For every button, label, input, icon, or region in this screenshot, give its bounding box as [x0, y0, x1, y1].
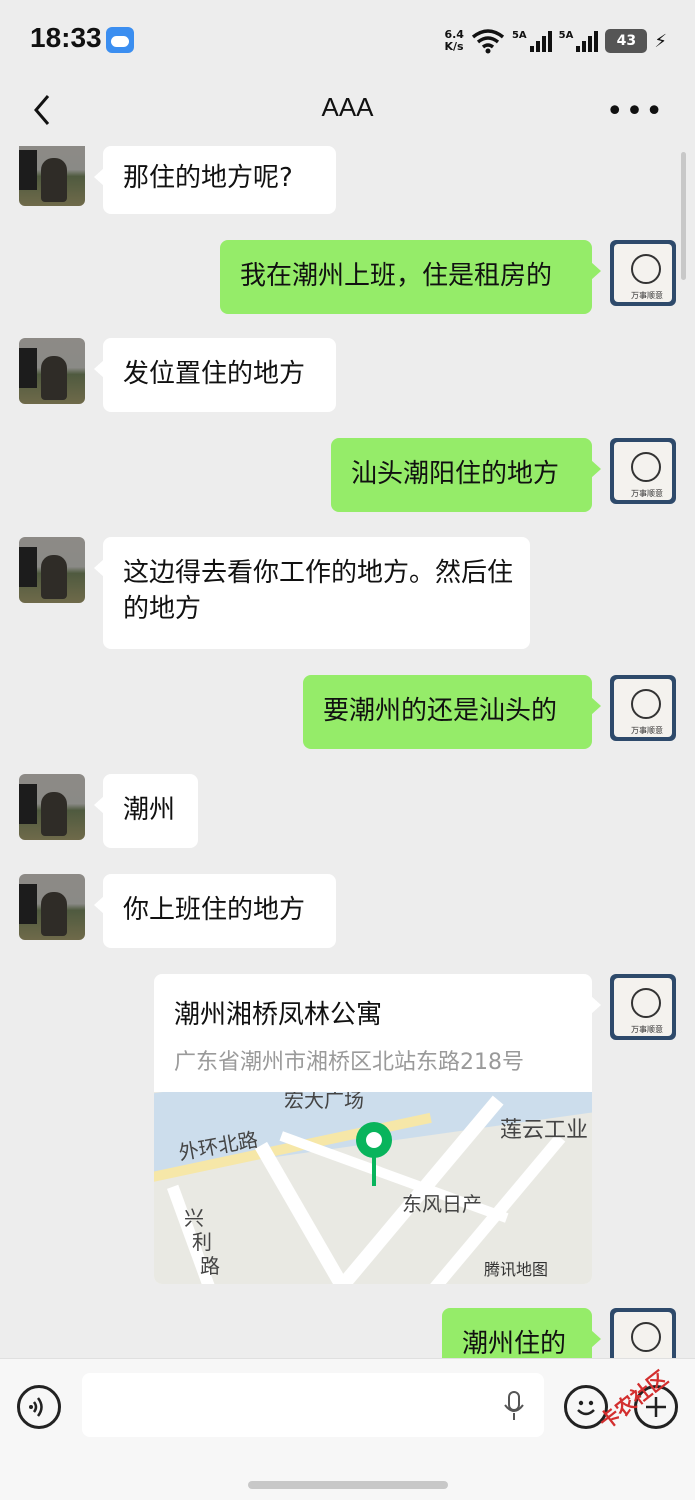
sent-message-bubble[interactable]: 潮州住的 [442, 1308, 601, 1358]
received-message-bubble[interactable]: 你上班住的地方 [94, 874, 336, 948]
map-label-poi: 东风日产 [402, 1192, 482, 1216]
contact-avatar[interactable] [19, 338, 85, 404]
my-avatar[interactable]: 万事顺意 [610, 1308, 676, 1358]
sent-message-bubble[interactable]: 我在潮州上班，住是租房的 [220, 240, 601, 314]
sent-message-bubble[interactable]: 要潮州的还是汕头的 [303, 675, 601, 749]
map-attribution: 腾讯地图 [484, 1260, 549, 1279]
battery-icon: 43 [605, 29, 648, 53]
location-card-tail [591, 996, 601, 1014]
map-label-poi: 宏大广场 [284, 1092, 364, 1112]
my-avatar[interactable]: 万事顺意 [610, 974, 676, 1040]
message-input[interactable] [82, 1373, 544, 1437]
my-avatar[interactable]: 万事顺意 [610, 438, 676, 504]
input-bar [0, 1358, 695, 1500]
contact-avatar[interactable] [19, 874, 85, 940]
signal-icon-sim1: 5A [512, 30, 552, 52]
sim1-label: 5A [511, 30, 527, 41]
location-pin-stem [372, 1156, 376, 1186]
location-map-preview[interactable]: 宏大广场 莲云工业 外环北路 东风日产 兴 利 路 腾讯地图 [154, 1092, 592, 1284]
message-list[interactable]: 那住的地方呢? 万事顺意 我在潮州上班，住是租房的 发位置住的地方 万事顺意 汕… [0, 146, 695, 1358]
my-avatar[interactable]: 万事顺意 [610, 675, 676, 741]
microphone-icon[interactable] [502, 1391, 526, 1421]
scrollbar[interactable] [681, 152, 686, 280]
location-name: 潮州湘桥凤林公寓 [174, 1000, 383, 1030]
received-message-bubble[interactable]: 潮州 [94, 774, 198, 848]
contact-avatar[interactable] [19, 537, 85, 603]
sent-message-bubble[interactable]: 汕头潮阳住的地方 [331, 438, 601, 512]
received-message-bubble[interactable]: 发位置住的地方 [94, 338, 336, 412]
received-message-bubble[interactable]: 这边得去看你工作的地方。然后住的地方 [94, 537, 530, 649]
chat-title: AAA [321, 92, 374, 122]
sim2-label: 5A [558, 30, 574, 41]
wifi-icon [471, 29, 505, 54]
home-indicator[interactable] [248, 1481, 448, 1489]
map-label-road: 路 [200, 1254, 220, 1278]
map-label-area: 莲云工业 [500, 1118, 589, 1143]
location-address: 广东省潮州市湘桥区北站东路218号 [174, 1050, 524, 1075]
my-avatar[interactable]: 万事顺意 [610, 240, 676, 306]
net-speed: 6.4 K/s [444, 29, 464, 53]
chat-header: AAA ••• [0, 80, 695, 146]
location-pin-icon [356, 1122, 392, 1158]
voice-input-icon[interactable] [17, 1385, 61, 1429]
more-options-icon[interactable]: ••• [606, 94, 665, 129]
status-icons: 6.4 K/s 5A 5A 43 ⚡ [444, 24, 667, 58]
charging-icon: ⚡ [654, 30, 667, 52]
signal-icon-sim2: 5A [559, 30, 599, 52]
net-speed-unit: K/s [444, 40, 464, 53]
location-message-card[interactable]: 潮州湘桥凤林公寓 广东省潮州市湘桥区北站东路218号 宏大广场 莲云工业 外环北… [154, 974, 592, 1284]
status-time: 18:33 [30, 22, 102, 53]
contact-avatar[interactable] [19, 146, 85, 206]
weather-icon [106, 27, 134, 53]
contact-avatar[interactable] [19, 774, 85, 840]
received-message-bubble[interactable]: 那住的地方呢? [94, 146, 336, 214]
status-bar: 18:33 6.4 K/s 5A 5A 43 ⚡ [0, 0, 695, 80]
